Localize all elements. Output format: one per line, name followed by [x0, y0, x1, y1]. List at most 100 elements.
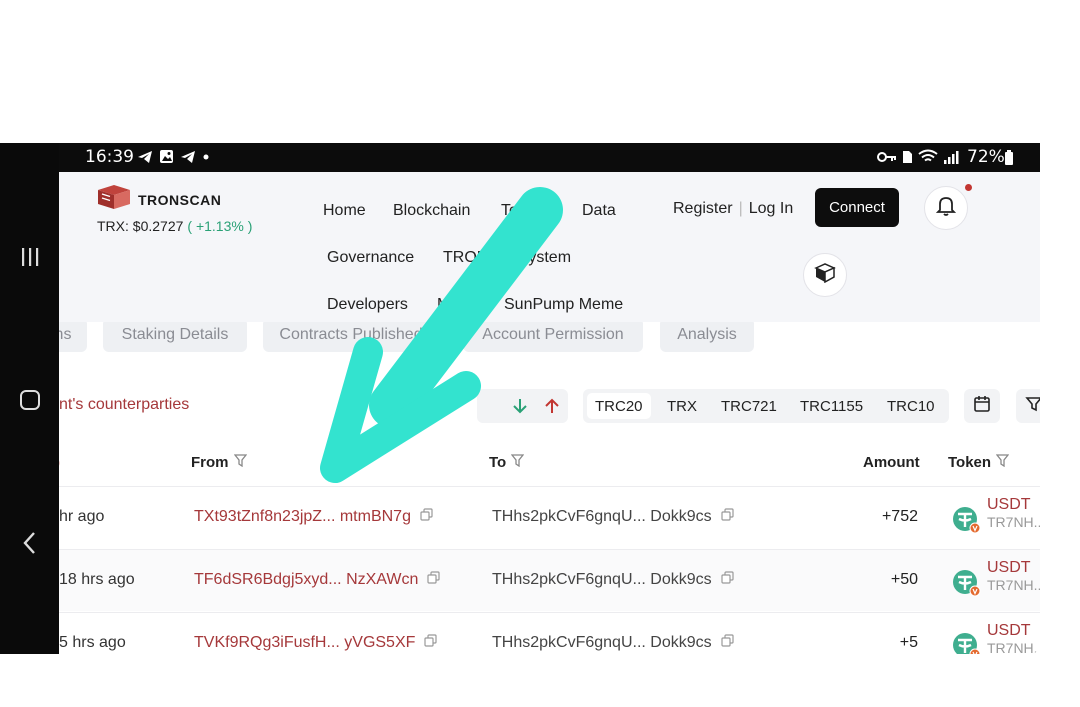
calendar-icon [973, 395, 991, 418]
filter-icon [1025, 395, 1040, 418]
copy-icon[interactable] [721, 508, 734, 526]
copy-icon[interactable] [424, 634, 438, 652]
filter-trc10[interactable]: TRC10 [879, 393, 943, 419]
cube-icon [814, 262, 836, 288]
nav-sunpump-meme[interactable]: SunPump Meme [504, 296, 623, 314]
date-filter-button[interactable] [964, 389, 1000, 423]
from-address[interactable]: TVKf9RQg3iFusfH... yVGS5XF [194, 634, 438, 652]
tab-label: Contracts Published [279, 326, 423, 343]
copy-icon[interactable] [420, 508, 433, 526]
token-name[interactable]: USDT [987, 622, 1040, 640]
sort-buttons [477, 389, 568, 423]
to-header-label: To [489, 454, 507, 471]
filter-trc1155[interactable]: TRC1155 [792, 393, 871, 419]
tab-account-permission[interactable]: Account Permission [463, 318, 643, 352]
auth-links: Register | Log In [673, 200, 793, 218]
sort-up-icon[interactable] [543, 397, 561, 420]
login-link[interactable]: Log In [749, 200, 793, 218]
site-header: TRONSCAN TRX: $0.2727( +1.13% ) Home Blo… [59, 172, 1040, 322]
token-address: TR7NH... [987, 514, 1040, 530]
nav-tron-ecosystem[interactable]: TRON Ecosystem [443, 249, 571, 267]
dot-icon [202, 149, 210, 168]
tab-label: Analysis [677, 326, 737, 343]
gallery-icon [159, 149, 174, 168]
header-token[interactable]: Token [948, 454, 1010, 471]
to-address[interactable]: THhs2pkCvF6gnqU... Dokk9cs [492, 508, 734, 526]
to-address[interactable]: THhs2pkCvF6gnqU... Dokk9cs [492, 634, 734, 652]
usdt-icon [951, 632, 981, 654]
register-link[interactable]: Register [673, 200, 733, 218]
to-address-text[interactable]: THhs2pkCvF6gnqU... Dokk9cs [492, 571, 712, 589]
bell-icon [935, 195, 957, 222]
connect-button[interactable]: Connect [815, 188, 899, 227]
to-address-text[interactable]: THhs2pkCvF6gnqU... Dokk9cs [492, 508, 712, 526]
copy-icon[interactable] [721, 634, 734, 652]
to-address[interactable]: THhs2pkCvF6gnqU... Dokk9cs [492, 571, 734, 589]
battery-icon [1004, 150, 1014, 169]
copy-icon[interactable] [721, 571, 734, 589]
telegram-icon [137, 149, 153, 168]
filter-trx[interactable]: TRX [659, 393, 705, 419]
token-header-label: Token [948, 454, 992, 471]
from-header-label: From [191, 454, 229, 471]
auth-separator: | [738, 200, 743, 217]
amount-header-label: Amount [863, 454, 920, 471]
from-address[interactable]: TXt93tZnf8n23jpZ... mtmBN7g [194, 508, 433, 526]
nav-tokens[interactable]: Tokens [501, 202, 552, 220]
usdt-icon [951, 569, 981, 602]
tab-transactions[interactable]: ns [59, 318, 87, 352]
nav-data[interactable]: Data [582, 202, 616, 220]
table-row: hr ago TXt93tZnf8n23jpZ... mtmBN7g THhs2… [59, 486, 1040, 548]
notifications-button[interactable] [924, 186, 968, 230]
sort-down-icon[interactable] [511, 397, 529, 420]
advanced-filter-button[interactable] [1016, 389, 1040, 423]
back-icon[interactable] [0, 529, 59, 557]
token-cell[interactable]: USDT TR7NH... [951, 559, 1040, 602]
from-address[interactable]: TF6dSR6Bdgj5xyd... NzXAWcn [194, 571, 440, 589]
nav-developers[interactable]: Developers [327, 296, 408, 314]
tronscan-logo[interactable]: TRONSCAN [96, 184, 221, 215]
nav-blockchain[interactable]: Blockchain [393, 202, 470, 220]
filter-icon[interactable] [233, 454, 247, 471]
from-address-text[interactable]: TVKf9RQg3iFusfH... yVGS5XF [194, 634, 415, 652]
filter-trc20[interactable]: TRC20 [587, 393, 651, 419]
resource-button[interactable] [803, 253, 847, 297]
from-address-text[interactable]: TXt93tZnf8n23jpZ... mtmBN7g [194, 508, 411, 526]
header-age[interactable]: ) [59, 454, 60, 471]
tab-label: ns [59, 326, 72, 343]
filter-icon[interactable] [510, 454, 525, 471]
row-age: 5 hrs ago [59, 634, 126, 651]
account-tabs: ns Staking Details Contracts Published A… [59, 318, 1040, 358]
price-change: ( +1.13% ) [187, 218, 253, 234]
to-address-text[interactable]: THhs2pkCvF6gnqU... Dokk9cs [492, 634, 712, 652]
wifi-icon [918, 149, 938, 168]
status-time: 16:39 [85, 147, 134, 167]
header-to[interactable]: To [489, 454, 525, 471]
from-address-text[interactable]: TF6dSR6Bdgj5xyd... NzXAWcn [194, 571, 418, 589]
token-name[interactable]: USDT [987, 559, 1040, 577]
nav-governance[interactable]: Governance [327, 249, 414, 267]
token-address: TR7NH... [987, 577, 1040, 593]
telegram-icon [180, 149, 196, 168]
header-from[interactable]: From [191, 454, 247, 471]
amount: +5 [899, 634, 918, 651]
amount: +50 [890, 571, 918, 588]
tab-staking-details[interactable]: Staking Details [103, 318, 247, 352]
brand-name: TRONSCAN [138, 191, 222, 208]
nav-home[interactable]: Home [323, 202, 366, 220]
token-type-filter: TRC20 TRX TRC721 TRC1155 TRC10 [583, 389, 949, 423]
token-cell[interactable]: USDT TR7NH... [951, 496, 1040, 539]
nav-more[interactable]: More [437, 296, 473, 314]
filter-icon[interactable] [995, 454, 1010, 471]
tab-analysis[interactable]: Analysis [660, 318, 754, 352]
sim-icon [902, 149, 913, 168]
copy-icon[interactable] [427, 571, 440, 589]
filter-trc721[interactable]: TRC721 [713, 393, 785, 419]
tronscan-page: ns Staking Details Contracts Published A… [59, 172, 1040, 654]
token-cell[interactable]: USDT TR7NH... [951, 622, 1040, 654]
recents-icon[interactable] [0, 243, 59, 271]
counterparties-link[interactable]: nt's counterparties [59, 396, 189, 414]
token-name[interactable]: USDT [987, 496, 1040, 514]
tab-contracts-published[interactable]: Contracts Published [263, 318, 439, 352]
home-icon[interactable] [0, 386, 59, 414]
